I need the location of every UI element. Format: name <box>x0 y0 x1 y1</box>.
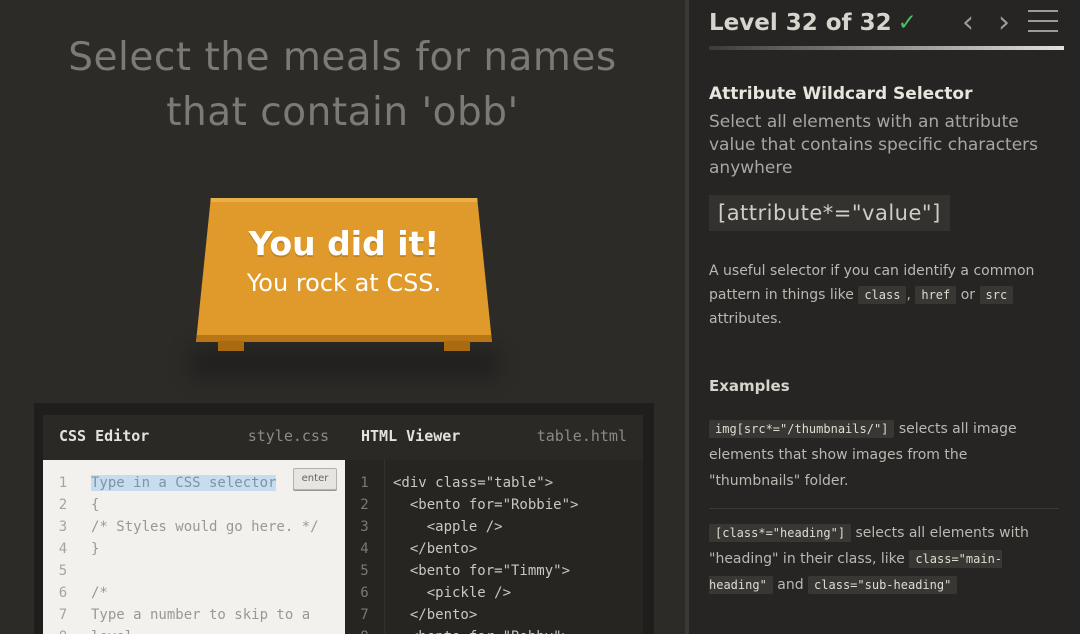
line-number: 7 <box>58 607 68 623</box>
example-1-code: img[src*="/thumbnails/"] <box>709 420 895 438</box>
line-number: 1 <box>360 475 369 491</box>
game-area: Select the meals for names that contain … <box>0 0 685 634</box>
code-line: <bento for="Robbie"> <box>393 497 579 513</box>
line-number: 5 <box>58 563 68 579</box>
html-viewer-header: HTML Viewer table.html <box>345 415 643 460</box>
code-line: <pickle /> <box>393 585 512 601</box>
chevron-left-icon: ‹ <box>962 5 974 40</box>
editor-panel: CSS Editor style.css 1 2 3 4 5 6 7 8 Type in a … <box>34 403 654 634</box>
line-number: 8 <box>345 626 384 634</box>
example-2: [class*="heading"] selects all elements … <box>709 520 1059 598</box>
example-2-and: and <box>777 577 804 593</box>
html-line-numbers: 1 2 3 4 5 6 7 8 <box>345 460 385 634</box>
line-number: 4 <box>360 541 369 557</box>
level-header: Level 32 of 32 ✓ <box>709 10 917 36</box>
check-icon: ✓ <box>897 10 917 36</box>
line-number: 2 <box>58 497 68 513</box>
level-title: Level 32 of 32 <box>709 10 892 36</box>
code-line: /* <box>91 585 108 601</box>
code-line: { <box>91 497 100 513</box>
html-viewer-title: HTML Viewer <box>361 427 461 445</box>
level-instruction: Select the meals for names that contain … <box>0 30 685 140</box>
css-editor: CSS Editor style.css 1 2 3 4 5 6 7 8 Type in a … <box>43 415 345 634</box>
examples-heading: Examples <box>709 377 790 395</box>
code-line: <bento for="Timmy"> <box>393 563 571 579</box>
line-number: 2 <box>360 497 369 513</box>
line-number: 3 <box>360 519 369 535</box>
hint-or: or <box>960 287 976 303</box>
example-1: img[src*="/thumbnails/"] selects all ima… <box>709 416 1059 494</box>
next-level-button[interactable]: › <box>987 6 1021 40</box>
instruction-line-1: Select the meals for names <box>68 35 617 80</box>
line-number: 8 <box>43 626 83 634</box>
code-line: </bento> <box>393 607 478 623</box>
game-table: You did it! You rock at CSS. <box>196 198 492 342</box>
css-code-area[interactable]: 1 2 3 4 5 6 7 8 Type in a CSS selector { /* Style… <box>43 460 345 634</box>
hint-suffix: attributes. <box>709 311 782 327</box>
win-heading: You did it! <box>248 224 440 263</box>
example-2-code: [class*="heading"] <box>709 524 852 542</box>
code-line: Type a number to skip to a <box>91 607 311 623</box>
level-progress-fill <box>709 46 1064 50</box>
code-line: <div class="table"> <box>393 475 554 491</box>
code-line: } <box>91 541 100 557</box>
line-number: 5 <box>360 563 369 579</box>
selector-description: Select all elements with an attribute va… <box>709 112 1039 178</box>
code-line: <apple /> <box>393 519 503 535</box>
code-line: /* Styles would go here. */ <box>91 519 319 535</box>
table-leg-right <box>444 341 470 351</box>
css-editor-filename: style.css <box>247 427 329 445</box>
table-legs <box>218 341 470 351</box>
line-number: 3 <box>58 519 68 535</box>
css-line-numbers: 1 2 3 4 5 6 7 8 <box>43 472 83 634</box>
html-code-lines: <div class="table"> <bento for="Robbie">… <box>393 472 637 634</box>
level-progress-bar <box>709 46 1064 50</box>
chevron-right-icon: › <box>998 5 1010 40</box>
line-number: 1 <box>58 475 68 491</box>
selector-name: Attribute Wildcard Selector <box>709 84 973 104</box>
code-chip-class: class <box>858 286 907 304</box>
css-code-lines[interactable]: Type in a CSS selector { /* Styles would g… <box>91 472 339 634</box>
html-viewer: HTML Viewer table.html 1 2 3 4 5 6 7 8 <div cla… <box>345 415 643 634</box>
examples-divider <box>709 508 1059 509</box>
code-line: </bento> <box>393 541 478 557</box>
code-line: level <box>91 626 339 634</box>
css-selector-placeholder[interactable]: Type in a CSS selector <box>91 475 277 491</box>
html-code-area: 1 2 3 4 5 6 7 8 <div class="table"> <bento for=… <box>345 460 643 634</box>
css-editor-title: CSS Editor <box>59 427 150 445</box>
css-editor-header: CSS Editor style.css <box>43 415 345 460</box>
example-2-code-sub: class="sub-heading" <box>808 576 958 594</box>
code-chip-src: src <box>979 286 1014 304</box>
selector-syntax: [attribute*="value"] <box>709 195 950 231</box>
hint-separator: , <box>906 287 911 303</box>
enter-button[interactable]: enter <box>293 468 337 490</box>
code-line: <bento for="Bobby"> <box>393 626 637 634</box>
win-subheading: You rock at CSS. <box>246 269 442 297</box>
instruction-line-2: that contain 'obb' <box>166 90 519 135</box>
line-number: 4 <box>58 541 68 557</box>
line-number: 6 <box>58 585 68 601</box>
line-number: 7 <box>360 607 369 623</box>
line-number: 6 <box>360 585 369 601</box>
previous-level-button[interactable]: ‹ <box>951 6 985 40</box>
code-chip-href: href <box>915 286 957 304</box>
menu-icon[interactable] <box>1028 10 1058 36</box>
sidebar: Level 32 of 32 ✓ ‹ › Attribute Wildcard S… <box>689 0 1080 634</box>
table-leg-left <box>218 341 244 351</box>
html-viewer-filename: table.html <box>536 427 627 445</box>
table-shadow <box>190 348 498 378</box>
selector-hint: A useful selector if you can identify a … <box>709 259 1059 331</box>
